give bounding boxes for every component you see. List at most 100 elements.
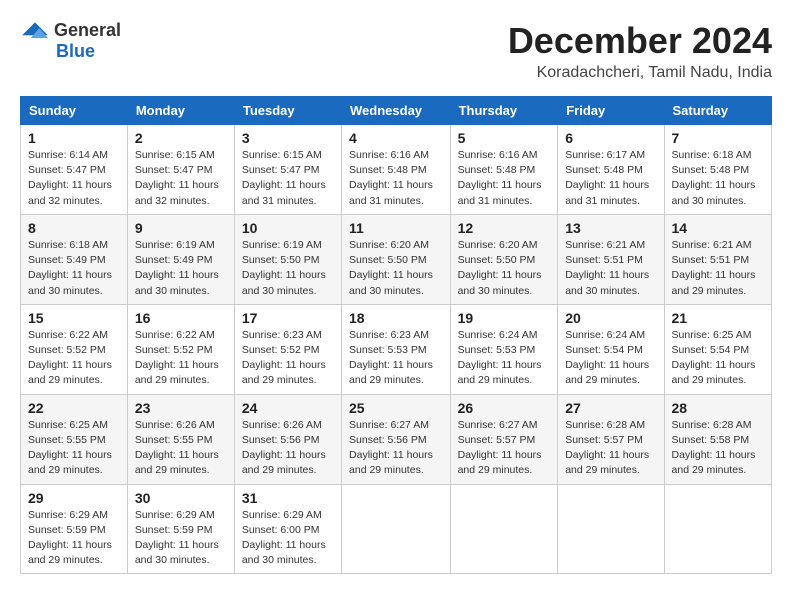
day-number: 10 <box>242 220 334 236</box>
day-info: Sunrise: 6:28 AMSunset: 5:57 PMDaylight:… <box>565 418 656 479</box>
day-number: 7 <box>672 130 764 146</box>
table-row: 26 Sunrise: 6:27 AMSunset: 5:57 PMDayligh… <box>450 394 558 484</box>
day-number: 1 <box>28 130 120 146</box>
col-tuesday: Tuesday <box>234 97 341 125</box>
calendar-week-row: 1 Sunrise: 6:14 AMSunset: 5:47 PMDaylight… <box>21 125 772 215</box>
day-info: Sunrise: 6:24 AMSunset: 5:54 PMDaylight:… <box>565 328 656 389</box>
day-number: 27 <box>565 400 656 416</box>
table-row: 17 Sunrise: 6:23 AMSunset: 5:52 PMDayligh… <box>234 304 341 394</box>
table-row: 2Sunrise: 6:15 AMSunset: 5:47 PMDaylight… <box>127 125 234 215</box>
day-info: Sunrise: 6:22 AMSunset: 5:52 PMDaylight:… <box>28 328 120 389</box>
col-saturday: Saturday <box>664 97 771 125</box>
day-number: 30 <box>135 490 227 506</box>
table-row: 6 Sunrise: 6:17 AMSunset: 5:48 PMDaylight… <box>558 125 664 215</box>
day-number: 13 <box>565 220 656 236</box>
table-row: 23Sunrise: 6:26 AMSunset: 5:55 PMDayligh… <box>127 394 234 484</box>
day-info: Sunrise: 6:16 AMSunset: 5:48 PMDaylight:… <box>458 148 551 209</box>
day-info: Sunrise: 6:27 AMSunset: 5:56 PMDaylight:… <box>349 418 443 479</box>
calendar-table: Sunday Monday Tuesday Wednesday Thursday… <box>20 96 772 574</box>
day-info: Sunrise: 6:19 AMSunset: 5:49 PMDaylight:… <box>135 238 227 299</box>
table-row: 18Sunrise: 6:23 AMSunset: 5:53 PMDayligh… <box>342 304 451 394</box>
day-info: Sunrise: 6:14 AMSunset: 5:47 PMDaylight:… <box>28 148 120 209</box>
day-number: 16 <box>135 310 227 326</box>
day-info: Sunrise: 6:28 AMSunset: 5:58 PMDaylight:… <box>672 418 764 479</box>
table-row: 15 Sunrise: 6:22 AMSunset: 5:52 PMDayligh… <box>21 304 128 394</box>
calendar-subtitle: Koradachcheri, Tamil Nadu, India <box>508 64 772 82</box>
col-sunday: Sunday <box>21 97 128 125</box>
table-row: 14 Sunrise: 6:21 AMSunset: 5:51 PMDayligh… <box>664 214 771 304</box>
day-info: Sunrise: 6:20 AMSunset: 5:50 PMDaylight:… <box>349 238 443 299</box>
day-number: 6 <box>565 130 656 146</box>
col-wednesday: Wednesday <box>342 97 451 125</box>
day-info: Sunrise: 6:24 AMSunset: 5:53 PMDaylight:… <box>458 328 551 389</box>
table-row: 22Sunrise: 6:25 AMSunset: 5:55 PMDayligh… <box>21 394 128 484</box>
table-row: 31Sunrise: 6:29 AMSunset: 6:00 PMDayligh… <box>234 484 341 574</box>
logo-general: General <box>54 20 121 41</box>
table-row: 13 Sunrise: 6:21 AMSunset: 5:51 PMDayligh… <box>558 214 664 304</box>
table-row: 4 Sunrise: 6:16 AMSunset: 5:48 PMDaylight… <box>342 125 451 215</box>
day-info: Sunrise: 6:27 AMSunset: 5:57 PMDaylight:… <box>458 418 551 479</box>
day-info: Sunrise: 6:17 AMSunset: 5:48 PMDaylight:… <box>565 148 656 209</box>
table-row: 21Sunrise: 6:25 AMSunset: 5:54 PMDayligh… <box>664 304 771 394</box>
table-row: 11 Sunrise: 6:20 AMSunset: 5:50 PMDayligh… <box>342 214 451 304</box>
table-row <box>664 484 771 574</box>
table-row: 16 Sunrise: 6:22 AMSunset: 5:52 PMDayligh… <box>127 304 234 394</box>
table-row: 7 Sunrise: 6:18 AMSunset: 5:48 PMDaylight… <box>664 125 771 215</box>
day-number: 8 <box>28 220 120 236</box>
table-row: 27 Sunrise: 6:28 AMSunset: 5:57 PMDayligh… <box>558 394 664 484</box>
title-block: December 2024 Koradachcheri, Tamil Nadu,… <box>508 20 772 82</box>
table-row: 30 Sunrise: 6:29 AMSunset: 5:59 PMDayligh… <box>127 484 234 574</box>
table-row: 12Sunrise: 6:20 AMSunset: 5:50 PMDayligh… <box>450 214 558 304</box>
table-row: 10 Sunrise: 6:19 AMSunset: 5:50 PMDayligh… <box>234 214 341 304</box>
logo: General Blue <box>20 20 121 62</box>
col-friday: Friday <box>558 97 664 125</box>
day-number: 20 <box>565 310 656 326</box>
day-info: Sunrise: 6:19 AMSunset: 5:50 PMDaylight:… <box>242 238 334 299</box>
calendar-week-row: 22Sunrise: 6:25 AMSunset: 5:55 PMDayligh… <box>21 394 772 484</box>
table-row: 8 Sunrise: 6:18 AMSunset: 5:49 PMDaylight… <box>21 214 128 304</box>
day-number: 11 <box>349 220 443 236</box>
day-info: Sunrise: 6:16 AMSunset: 5:48 PMDaylight:… <box>349 148 443 209</box>
day-number: 3 <box>242 130 334 146</box>
day-info: Sunrise: 6:26 AMSunset: 5:56 PMDaylight:… <box>242 418 334 479</box>
day-number: 19 <box>458 310 551 326</box>
day-number: 14 <box>672 220 764 236</box>
logo-blue: Blue <box>56 41 95 62</box>
day-number: 4 <box>349 130 443 146</box>
calendar-header-row: Sunday Monday Tuesday Wednesday Thursday… <box>21 97 772 125</box>
calendar-week-row: 8 Sunrise: 6:18 AMSunset: 5:49 PMDaylight… <box>21 214 772 304</box>
day-number: 24 <box>242 400 334 416</box>
day-info: Sunrise: 6:29 AMSunset: 6:00 PMDaylight:… <box>242 508 334 569</box>
day-number: 5 <box>458 130 551 146</box>
day-number: 17 <box>242 310 334 326</box>
day-number: 29 <box>28 490 120 506</box>
table-row: 28Sunrise: 6:28 AMSunset: 5:58 PMDayligh… <box>664 394 771 484</box>
day-info: Sunrise: 6:22 AMSunset: 5:52 PMDaylight:… <box>135 328 227 389</box>
day-number: 15 <box>28 310 120 326</box>
day-number: 2 <box>135 130 227 146</box>
day-info: Sunrise: 6:21 AMSunset: 5:51 PMDaylight:… <box>672 238 764 299</box>
day-info: Sunrise: 6:18 AMSunset: 5:49 PMDaylight:… <box>28 238 120 299</box>
day-info: Sunrise: 6:21 AMSunset: 5:51 PMDaylight:… <box>565 238 656 299</box>
day-info: Sunrise: 6:26 AMSunset: 5:55 PMDaylight:… <box>135 418 227 479</box>
day-info: Sunrise: 6:25 AMSunset: 5:55 PMDaylight:… <box>28 418 120 479</box>
calendar-week-row: 29 Sunrise: 6:29 AMSunset: 5:59 PMDayligh… <box>21 484 772 574</box>
day-number: 26 <box>458 400 551 416</box>
table-row <box>450 484 558 574</box>
day-info: Sunrise: 6:29 AMSunset: 5:59 PMDaylight:… <box>135 508 227 569</box>
day-info: Sunrise: 6:25 AMSunset: 5:54 PMDaylight:… <box>672 328 764 389</box>
table-row <box>558 484 664 574</box>
calendar-week-row: 15 Sunrise: 6:22 AMSunset: 5:52 PMDayligh… <box>21 304 772 394</box>
day-number: 18 <box>349 310 443 326</box>
day-info: Sunrise: 6:29 AMSunset: 5:59 PMDaylight:… <box>28 508 120 569</box>
header: General Blue December 2024 Koradachcheri… <box>20 20 772 82</box>
table-row: 1 Sunrise: 6:14 AMSunset: 5:47 PMDaylight… <box>21 125 128 215</box>
day-info: Sunrise: 6:23 AMSunset: 5:52 PMDaylight:… <box>242 328 334 389</box>
table-row: 25Sunrise: 6:27 AMSunset: 5:56 PMDayligh… <box>342 394 451 484</box>
day-number: 9 <box>135 220 227 236</box>
table-row <box>342 484 451 574</box>
day-info: Sunrise: 6:18 AMSunset: 5:48 PMDaylight:… <box>672 148 764 209</box>
table-row: 9 Sunrise: 6:19 AMSunset: 5:49 PMDaylight… <box>127 214 234 304</box>
col-monday: Monday <box>127 97 234 125</box>
logo-icon <box>20 21 50 41</box>
